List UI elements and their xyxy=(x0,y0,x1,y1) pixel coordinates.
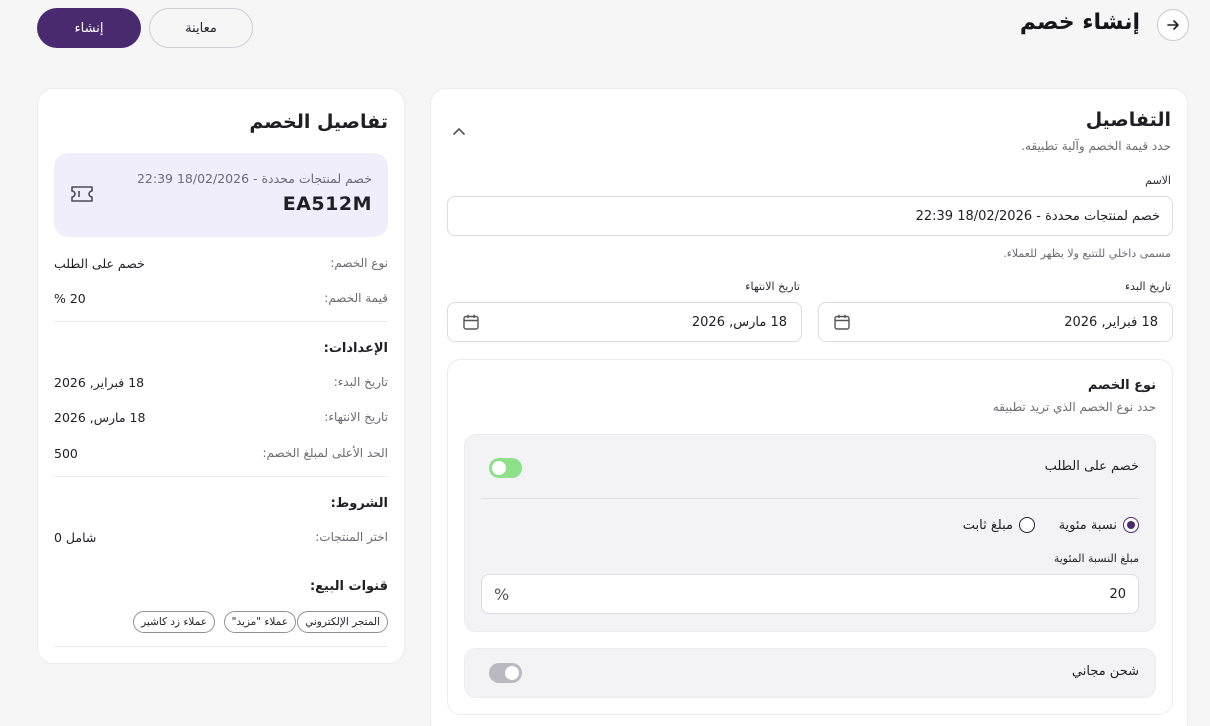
summary-end-value: 18 مارس, 2026 xyxy=(54,410,146,425)
type-value: خصم على الطلب xyxy=(54,256,145,271)
channels-heading: قنوات البيع: xyxy=(309,579,388,594)
name-label: الاسم xyxy=(1145,174,1171,187)
max-amount-value: 500 xyxy=(54,446,78,461)
details-title: التفاصيل xyxy=(1085,109,1171,131)
free-shipping-panel: شحن مجاني xyxy=(464,648,1156,698)
products-value: شامل 0 xyxy=(54,530,97,545)
summary-card: تفاصيل الخصم خصم لمنتجات محددة - 18/02/2… xyxy=(37,88,405,664)
order-discount-label: خصم على الطلب xyxy=(1044,459,1139,474)
value-value: 20 % xyxy=(54,291,86,306)
chevron-up-icon[interactable] xyxy=(451,123,467,139)
coupon-name: خصم لمنتجات محددة - 18/02/2026 22:39 xyxy=(136,171,372,186)
arrow-right-icon xyxy=(1167,20,1179,30)
percentage-option-label: نسبة مئوية xyxy=(1058,517,1117,533)
fixed-option-label: مبلغ ثابت xyxy=(962,517,1013,533)
discount-type-subtitle: حدد نوع الخصم الذي تريد تطبيقه xyxy=(992,400,1156,414)
calendar-icon xyxy=(834,314,850,330)
start-date-label: تاريخ البدء xyxy=(1124,280,1171,293)
ticket-icon xyxy=(71,186,93,202)
radio-unchecked-icon xyxy=(1019,517,1035,533)
conditions-heading: الشروط: xyxy=(330,496,388,511)
name-input[interactable]: خصم لمنتجات محددة - 18/02/2026 22:39 xyxy=(447,196,1173,236)
radio-checked-icon xyxy=(1123,517,1139,533)
value-label: قيمة الخصم: xyxy=(324,291,388,305)
discount-type-title: نوع الخصم xyxy=(1087,378,1156,393)
settings-heading: الإعدادات: xyxy=(323,341,388,356)
channel-chip: المتجر الإلكتروني xyxy=(297,611,388,633)
percentage-radio[interactable]: نسبة مئوية xyxy=(1059,517,1139,533)
end-date-field[interactable]: 18 مارس, 2026 xyxy=(447,302,802,342)
summary-end-label: تاريخ الانتهاء: xyxy=(324,410,388,424)
page-title: إنشاء خصم xyxy=(1019,10,1140,35)
summary-title: تفاصيل الخصم xyxy=(249,111,388,133)
percentage-amount-value: 20 xyxy=(1109,586,1126,602)
end-date-value: 18 مارس, 2026 xyxy=(691,314,787,330)
channel-chip: عملاء زد كاشير xyxy=(133,611,215,633)
calendar-icon xyxy=(463,314,479,330)
fixed-amount-radio[interactable]: مبلغ ثابت xyxy=(963,517,1035,533)
details-card: التفاصيل حدد قيمة الخصم وآلية تطبيقه. ال… xyxy=(430,88,1188,726)
summary-start-value: 18 فبراير, 2026 xyxy=(54,375,145,390)
products-label: اختر المنتجات: xyxy=(315,530,388,544)
preview-button[interactable]: معاينة xyxy=(149,8,253,48)
summary-divider xyxy=(54,646,388,647)
coupon-box: خصم لمنتجات محددة - 18/02/2026 22:39 EA5… xyxy=(54,153,388,237)
channel-chip: عملاء "مزيد" xyxy=(223,611,296,633)
summary-divider xyxy=(54,476,388,477)
details-subtitle: حدد قيمة الخصم وآلية تطبيقه. xyxy=(1021,139,1171,153)
summary-start-label: تاريخ البدء: xyxy=(333,375,388,389)
percentage-amount-input[interactable]: 20 % xyxy=(481,574,1139,614)
name-hint: مسمى داخلي للتتبع ولا يظهر للعملاء. xyxy=(1003,247,1171,260)
summary-divider xyxy=(54,321,388,322)
type-label: نوع الخصم: xyxy=(330,256,388,270)
max-amount-label: الحد الأعلى لمبلغ الخصم: xyxy=(262,446,388,460)
order-discount-panel: خصم على الطلب نسبة مئوية مبلغ ثابت مبلغ … xyxy=(464,434,1156,632)
start-date-value: 18 فبراير, 2026 xyxy=(1064,314,1158,330)
start-date-field[interactable]: 18 فبراير, 2026 xyxy=(818,302,1173,342)
back-button[interactable] xyxy=(1157,9,1189,41)
discount-type-card: نوع الخصم حدد نوع الخصم الذي تريد تطبيقه… xyxy=(447,359,1173,715)
create-button[interactable]: إنشاء xyxy=(37,8,141,48)
free-shipping-label: شحن مجاني xyxy=(1071,664,1139,679)
panel-divider xyxy=(481,498,1139,499)
free-shipping-toggle[interactable] xyxy=(489,663,522,683)
percent-icon: % xyxy=(494,584,510,604)
percentage-amount-label: مبلغ النسبة المئوية xyxy=(1053,552,1139,565)
coupon-code: EA512M xyxy=(282,193,372,215)
order-discount-toggle[interactable] xyxy=(489,458,522,478)
end-date-label: تاريخ الانتهاء xyxy=(745,280,800,293)
